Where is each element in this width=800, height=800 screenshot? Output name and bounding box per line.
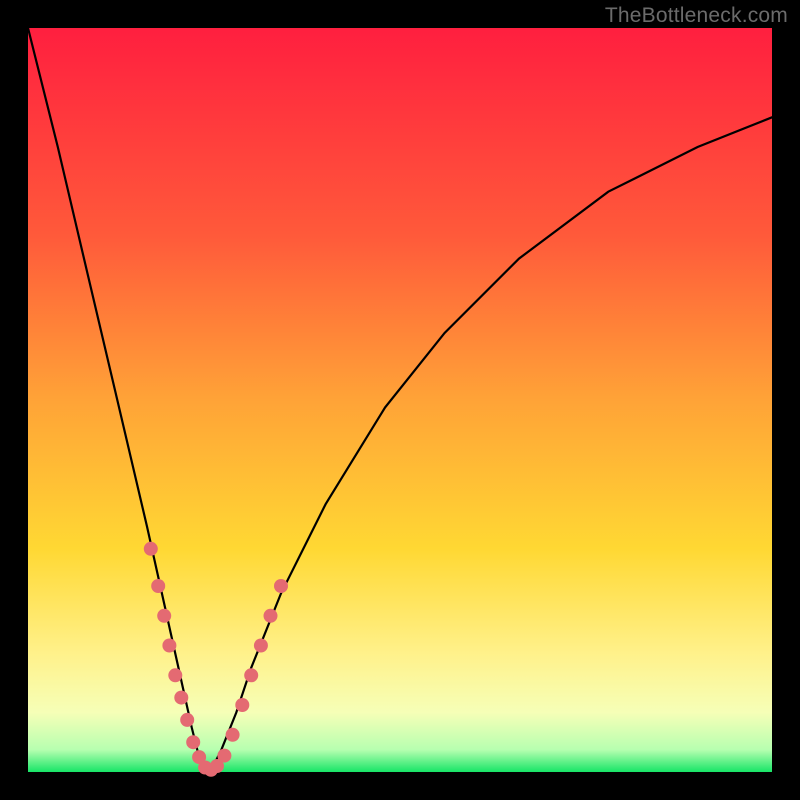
curve-bead (174, 691, 188, 705)
bead-group (144, 542, 288, 777)
curve-bead (264, 609, 278, 623)
gradient-plot-area (28, 28, 772, 772)
curve-bead (244, 668, 258, 682)
bottleneck-curve-svg (28, 28, 772, 772)
curve-bead (226, 728, 240, 742)
curve-bead (180, 713, 194, 727)
curve-bead (151, 579, 165, 593)
curve-bead (235, 698, 249, 712)
bottleneck-curve (28, 28, 772, 772)
curve-bead (168, 668, 182, 682)
curve-bead (254, 639, 268, 653)
curve-bead (162, 639, 176, 653)
curve-bead (157, 609, 171, 623)
curve-bead (217, 749, 231, 763)
curve-bead (144, 542, 158, 556)
curve-bead (186, 735, 200, 749)
curve-bead (274, 579, 288, 593)
watermark-text: TheBottleneck.com (605, 4, 788, 28)
outer-black-frame: TheBottleneck.com (0, 0, 800, 800)
